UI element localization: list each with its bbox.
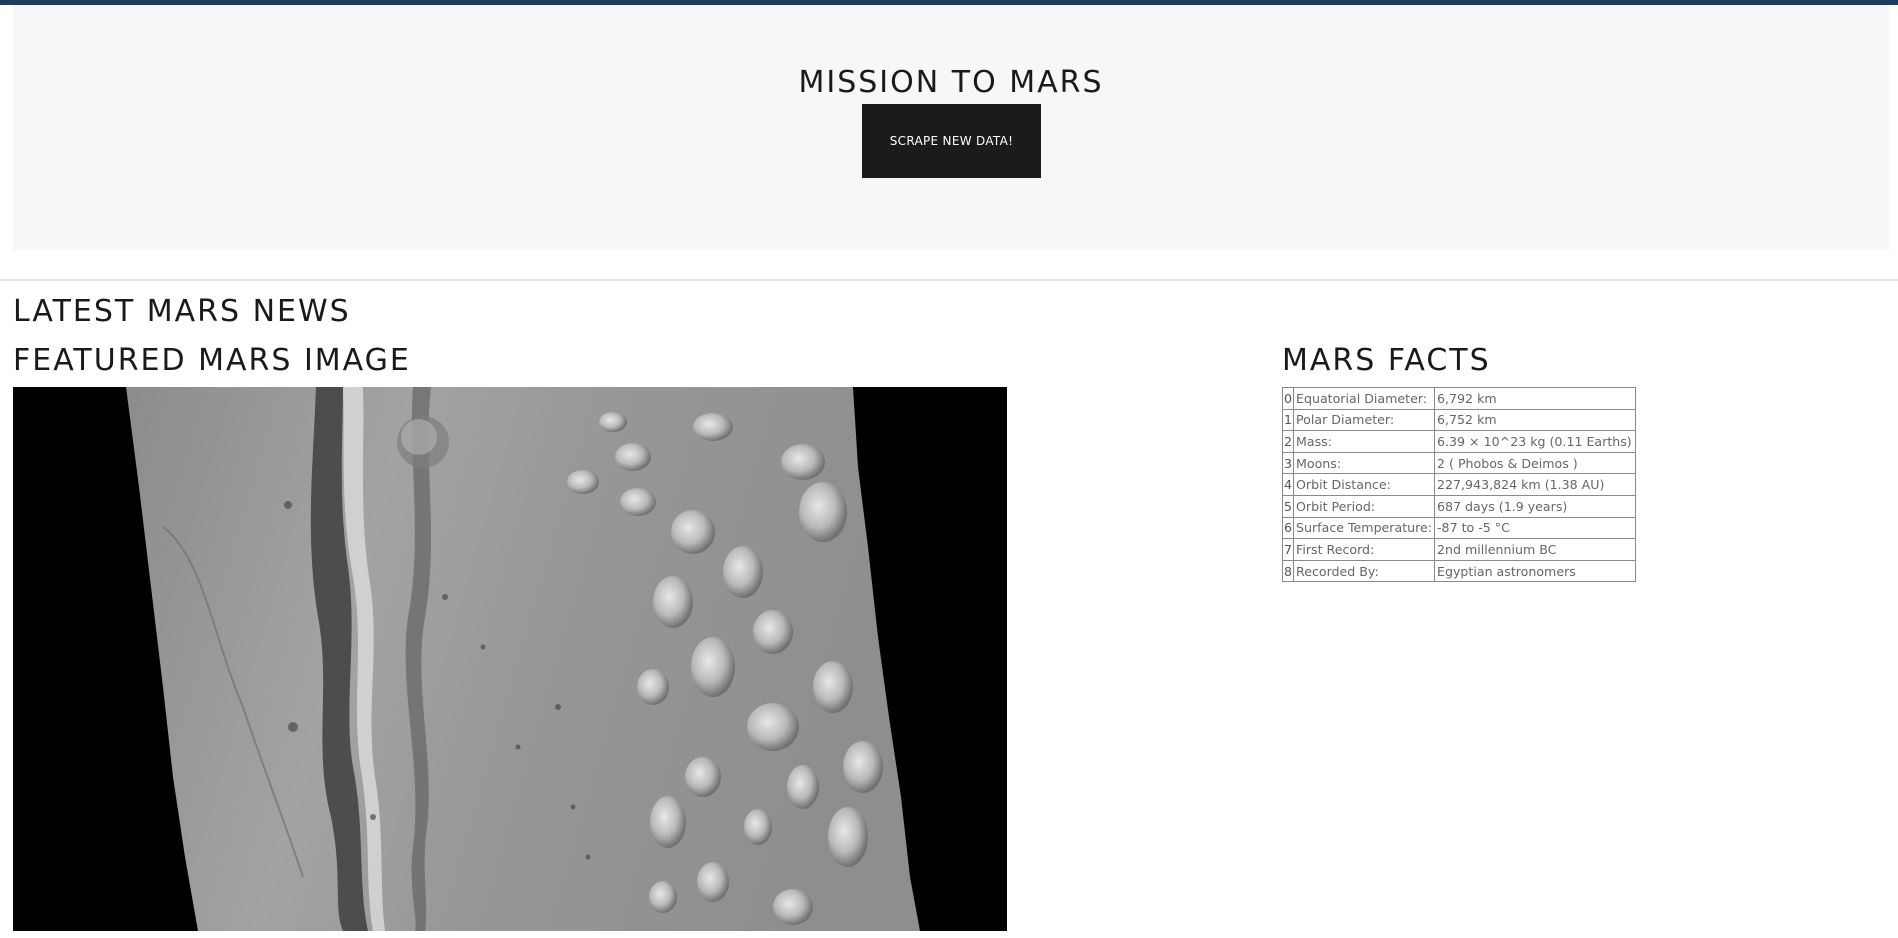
page-title: MISSION TO MARS: [798, 65, 1104, 100]
fact-value: 2nd millennium BC: [1434, 538, 1637, 561]
table-row: 5 Orbit Period: 687 days (1.9 years): [1281, 494, 1637, 518]
fact-value: 6,792 km: [1434, 387, 1637, 410]
mars-facts-table: 0 Equatorial Diameter: 6,792 km 1 Polar …: [1281, 387, 1637, 583]
mars-facts-heading: MARS FACTS: [1282, 343, 1491, 378]
fact-label: Orbit Period:: [1293, 494, 1436, 518]
row-index: 0: [1281, 387, 1295, 410]
row-index: 1: [1281, 408, 1295, 432]
fact-label: Orbit Distance:: [1293, 473, 1436, 496]
table-row: 2 Mass: 6.39 × 10^23 kg (0.11 Earths): [1281, 430, 1637, 453]
table-row: 4 Orbit Distance: 227,943,824 km (1.38 A…: [1281, 473, 1637, 496]
section-divider: [0, 279, 1898, 281]
fact-value: 227,943,824 km (1.38 AU): [1434, 473, 1637, 496]
table-row: 8 Recorded By: Egyptian astronomers: [1281, 559, 1637, 583]
fact-value: -87 to -5 °C: [1434, 516, 1637, 540]
fact-label: Moons:: [1293, 451, 1436, 475]
fact-label: First Record:: [1293, 538, 1436, 561]
table-row: 3 Moons: 2 ( Phobos & Deimos ): [1281, 451, 1637, 475]
row-index: 4: [1281, 473, 1295, 496]
row-index: 2: [1281, 430, 1295, 453]
row-index: 3: [1281, 451, 1295, 475]
row-index: 5: [1281, 494, 1295, 518]
fact-value: Egyptian astronomers: [1434, 559, 1637, 583]
table-row: 1 Polar Diameter: 6,752 km: [1281, 408, 1637, 432]
table-row: 6 Surface Temperature: -87 to -5 °C: [1281, 516, 1637, 540]
row-index: 8: [1281, 559, 1295, 583]
fact-label: Surface Temperature:: [1293, 516, 1436, 540]
table-row: 0 Equatorial Diameter: 6,792 km: [1281, 387, 1637, 410]
fact-value: 2 ( Phobos & Deimos ): [1434, 451, 1637, 475]
fact-label: Recorded By:: [1293, 559, 1436, 583]
row-index: 7: [1281, 538, 1295, 561]
latest-news-heading: LATEST MARS NEWS: [13, 294, 351, 329]
fact-value: 6.39 × 10^23 kg (0.11 Earths): [1434, 430, 1637, 453]
row-index: 6: [1281, 516, 1295, 540]
fact-label: Equatorial Diameter:: [1293, 387, 1436, 410]
fact-label: Mass:: [1293, 430, 1436, 453]
table-row: 7 First Record: 2nd millennium BC: [1281, 538, 1637, 561]
fact-value: 6,752 km: [1434, 408, 1637, 432]
fact-label: Polar Diameter:: [1293, 408, 1436, 432]
featured-mars-image: [13, 387, 1007, 931]
mars-surface-photo: [13, 387, 1007, 931]
header-jumbotron: MISSION TO MARS SCRAPE NEW DATA!: [13, 5, 1889, 250]
fact-value: 687 days (1.9 years): [1434, 494, 1637, 518]
scrape-new-data-button[interactable]: SCRAPE NEW DATA!: [862, 104, 1041, 178]
featured-image-heading: FEATURED MARS IMAGE: [13, 343, 411, 378]
